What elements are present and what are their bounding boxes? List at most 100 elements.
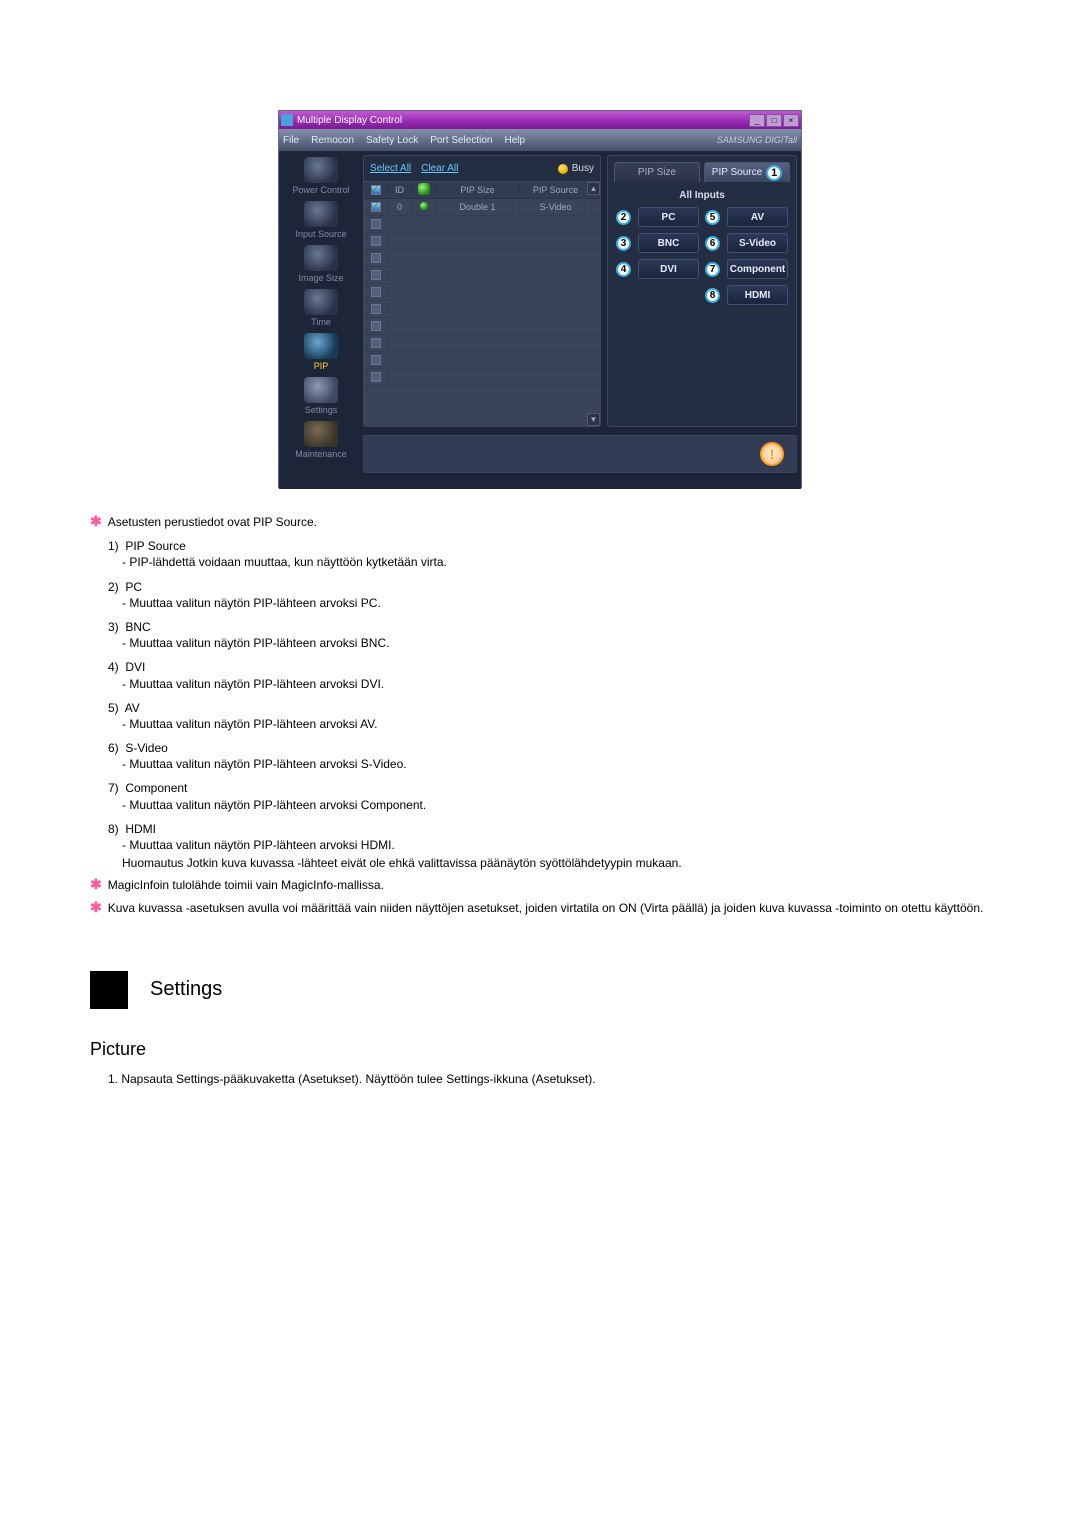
cell-pip-size: Double 1	[436, 202, 520, 212]
all-inputs-heading: All Inputs	[608, 182, 796, 207]
table-row[interactable]	[364, 284, 600, 301]
callout-number: 6	[705, 236, 720, 251]
row-checkbox[interactable]	[371, 304, 381, 314]
scroll-down-button[interactable]: ▼	[587, 413, 600, 426]
sidebar-item-label: Time	[311, 317, 331, 327]
busy-label: Busy	[572, 163, 594, 174]
time-icon	[304, 289, 338, 315]
window-close-button[interactable]: ×	[783, 114, 799, 127]
cell-id: 0	[388, 202, 412, 212]
row-checkbox[interactable]	[371, 219, 381, 229]
source-button-bnc[interactable]: BNC	[638, 233, 699, 253]
pip-usage-note: Kuva kuvassa -asetuksen avulla voi määri…	[108, 900, 984, 916]
display-table: IDPIP SizePIP Source0Double 1S-Video▲▼	[364, 182, 600, 426]
source-button-s-video[interactable]: S-Video	[727, 233, 788, 253]
sidebar-item-label: Input Source	[295, 229, 346, 239]
clear-all-button[interactable]: Clear All	[421, 163, 458, 174]
status-dot-icon	[420, 202, 428, 210]
star-icon: ✱	[90, 877, 102, 893]
tab-label: PIP Source	[712, 167, 762, 178]
table-row[interactable]	[364, 301, 600, 318]
callout-number: 4	[616, 262, 631, 277]
image-size-icon	[304, 245, 338, 271]
sidebar-item-pip[interactable]: PIP	[279, 331, 363, 375]
doc-item-desc: - Muuttaa valitun näytön PIP-lähteen arv…	[90, 756, 990, 772]
source-button-pc[interactable]: PC	[638, 207, 699, 227]
row-checkbox[interactable]	[371, 372, 381, 382]
doc-item-desc: - Muuttaa valitun näytön PIP-lähteen arv…	[90, 676, 990, 692]
sidebar: Power Control Input Source Image Size Ti…	[279, 151, 363, 489]
table-row[interactable]	[364, 369, 600, 386]
sidebar-item-maintenance[interactable]: Maintenance	[279, 419, 363, 463]
col-pip-size[interactable]: PIP Size	[436, 185, 520, 195]
sidebar-item-time[interactable]: Time	[279, 287, 363, 331]
pip-icon	[304, 333, 338, 359]
row-checkbox[interactable]	[371, 355, 381, 365]
sidebar-item-input-source[interactable]: Input Source	[279, 199, 363, 243]
note-text: Huomautus Jotkin kuva kuvassa -lähteet e…	[90, 855, 990, 871]
callout-number: 3	[616, 236, 631, 251]
tab-pip-size[interactable]: PIP Size	[614, 162, 700, 182]
row-checkbox[interactable]	[371, 236, 381, 246]
magicinfo-note: MagicInfoin tulolähde toimii vain MagicI…	[108, 877, 384, 893]
warning-icon	[760, 442, 784, 466]
picture-step-1: 1. Napsauta Settings-pääkuvaketta (Asetu…	[90, 1071, 990, 1087]
col-status[interactable]	[412, 183, 436, 197]
row-checkbox[interactable]	[371, 321, 381, 331]
menu-help[interactable]: Help	[504, 135, 525, 146]
app-icon	[281, 114, 293, 126]
display-list-panel: Select All Clear All Busy ID PIP SizePIP …	[363, 155, 601, 427]
section-icon	[90, 971, 128, 1009]
source-button-component[interactable]: Component	[727, 259, 788, 279]
source-button-av[interactable]: AV	[727, 207, 788, 227]
busy-indicator: Busy	[558, 163, 594, 174]
menu-port-selection[interactable]: Port Selection	[430, 135, 492, 146]
scroll-up-button[interactable]: ▲	[587, 182, 600, 195]
window-title: Multiple Display Control	[297, 115, 402, 126]
menu-file[interactable]: File	[283, 135, 299, 146]
cell-status	[412, 202, 436, 212]
menu-safety-lock[interactable]: Safety Lock	[366, 135, 418, 146]
col-id[interactable]: ID	[388, 185, 412, 195]
busy-dot-icon	[558, 164, 568, 174]
sidebar-item-power-control[interactable]: Power Control	[279, 155, 363, 199]
power-icon	[304, 157, 338, 183]
star-icon: ✱	[90, 514, 102, 530]
maintenance-icon	[304, 421, 338, 447]
table-row[interactable]	[364, 250, 600, 267]
table-row[interactable]	[364, 216, 600, 233]
callout-number: 7	[705, 262, 720, 277]
doc-item: 3) BNC	[90, 619, 990, 635]
tab-label: PIP Size	[638, 167, 676, 178]
sidebar-item-image-size[interactable]: Image Size	[279, 243, 363, 287]
table-row[interactable]	[364, 335, 600, 352]
sidebar-item-settings[interactable]: Settings	[279, 375, 363, 419]
col-pip-source[interactable]: PIP Source	[520, 185, 592, 195]
tab-pip-source[interactable]: PIP Source 1	[704, 162, 790, 182]
doc-item: 7) Component	[90, 780, 990, 796]
doc-item: 6) S-Video	[90, 740, 990, 756]
status-icon	[418, 183, 430, 195]
callout-number: 2	[616, 210, 631, 225]
row-checkbox[interactable]	[371, 287, 381, 297]
settings-heading: Settings	[150, 976, 222, 1003]
window-minimize-button[interactable]: _	[749, 114, 765, 127]
source-button-hdmi[interactable]: HDMI	[727, 285, 788, 305]
row-checkbox[interactable]	[371, 270, 381, 280]
table-row[interactable]	[364, 233, 600, 250]
row-checkbox[interactable]	[371, 202, 381, 212]
doc-item: 8) HDMI	[90, 821, 990, 837]
col-checkbox[interactable]	[364, 185, 388, 195]
row-checkbox[interactable]	[371, 253, 381, 263]
table-row[interactable]	[364, 352, 600, 369]
titlebar: Multiple Display Control _ □ ×	[279, 111, 801, 129]
source-button-dvi[interactable]: DVI	[638, 259, 699, 279]
menu-remocon[interactable]: Remocon	[311, 135, 354, 146]
doc-item-desc: - Muuttaa valitun näytön PIP-lähteen arv…	[90, 635, 990, 651]
table-row[interactable]	[364, 318, 600, 335]
select-all-button[interactable]: Select All	[370, 163, 411, 174]
window-maximize-button[interactable]: □	[766, 114, 782, 127]
table-row[interactable]: 0Double 1S-Video	[364, 199, 600, 216]
table-row[interactable]	[364, 267, 600, 284]
row-checkbox[interactable]	[371, 338, 381, 348]
